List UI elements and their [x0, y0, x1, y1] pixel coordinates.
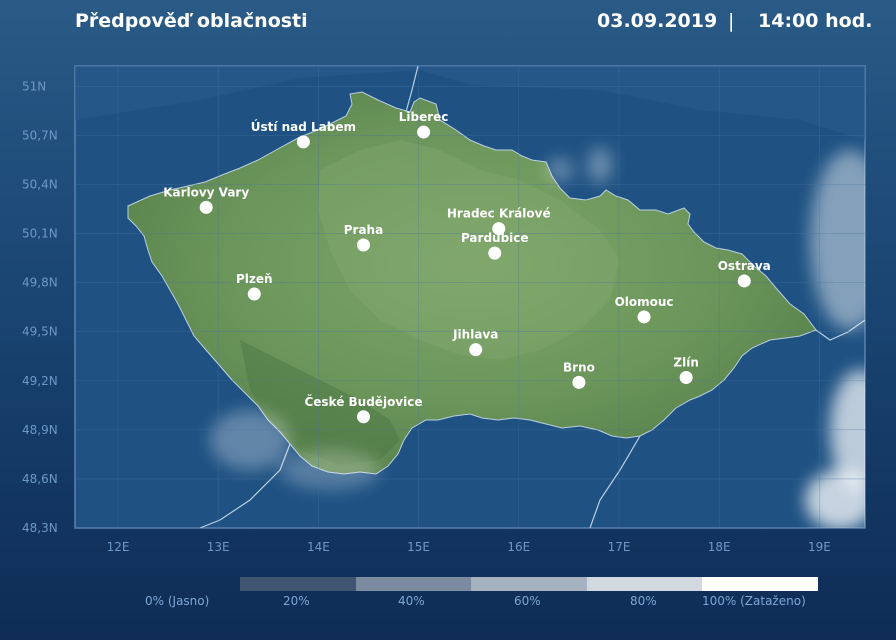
- city-dot[interactable]: [417, 125, 431, 139]
- city-dot[interactable]: [199, 200, 213, 214]
- lon-tick-label: 15E: [407, 540, 430, 554]
- lat-tick-label: 49,8N: [22, 276, 58, 290]
- cloud-forecast-map: 51N 50,7N 50,4N 50,1N 49,8N 49,5N 49,2N 48,9N 48…: [22, 65, 866, 554]
- legend-label: 20%: [283, 594, 310, 608]
- lon-tick-label: 12E: [107, 540, 130, 554]
- city-label: České Budějovice: [304, 394, 422, 409]
- legend-label: 100% (Zataženo): [702, 594, 806, 608]
- lat-tick-label: 49,2N: [22, 374, 58, 388]
- city-dot[interactable]: [356, 238, 370, 252]
- lat-tick-label: 48,3N: [22, 521, 58, 535]
- legend-label: 0% (Jasno): [145, 594, 210, 608]
- lat-tick-label: 50,1N: [22, 227, 58, 241]
- legend-swatch: [586, 577, 703, 591]
- lat-tick-label: 48,6N: [22, 472, 58, 486]
- city-dot[interactable]: [296, 135, 310, 149]
- city-label: Karlovy Vary: [163, 185, 249, 199]
- lat-tick-label: 51N: [22, 79, 46, 93]
- legend-swatch: [702, 577, 818, 591]
- legend-swatch: [240, 577, 356, 591]
- legend-label: 80%: [630, 594, 657, 608]
- lat-tick-label: 48,9N: [22, 423, 58, 437]
- lat-tick-label: 50,4N: [22, 177, 58, 191]
- city-label: Praha: [344, 223, 383, 237]
- legend-swatch: [355, 577, 472, 591]
- city-dot[interactable]: [469, 343, 483, 357]
- lat-tick-label: 50,7N: [22, 128, 58, 142]
- city-label: Pardubice: [461, 231, 529, 245]
- city-dot[interactable]: [572, 375, 586, 389]
- city-label: Olomouc: [615, 295, 674, 309]
- lat-tick-label: 49,5N: [22, 325, 58, 339]
- city-dot[interactable]: [247, 287, 261, 301]
- legend-swatch: [471, 577, 587, 591]
- city-label: Liberec: [399, 110, 449, 124]
- city-dot[interactable]: [737, 274, 751, 288]
- city-label: Ústí nad Labem: [251, 119, 356, 134]
- lon-tick-label: 18E: [708, 540, 731, 554]
- city-label: Ostrava: [718, 259, 771, 273]
- city-dot[interactable]: [488, 246, 502, 260]
- city-dot[interactable]: [637, 310, 651, 324]
- city-label: Jihlava: [452, 328, 498, 342]
- lon-tick-label: 14E: [307, 540, 330, 554]
- city-label: Plzeň: [236, 272, 273, 286]
- city-label: Hradec Králové: [447, 207, 551, 221]
- legend-label: 60%: [514, 594, 541, 608]
- lon-tick-label: 16E: [507, 540, 530, 554]
- city-dot[interactable]: [356, 410, 370, 424]
- lon-tick-label: 13E: [207, 540, 230, 554]
- city-label: Zlín: [673, 355, 698, 369]
- city-dot[interactable]: [679, 370, 693, 384]
- legend-label: 40%: [398, 594, 425, 608]
- city-label: Brno: [563, 360, 595, 374]
- lon-tick-label: 17E: [608, 540, 631, 554]
- lon-tick-label: 19E: [808, 540, 831, 554]
